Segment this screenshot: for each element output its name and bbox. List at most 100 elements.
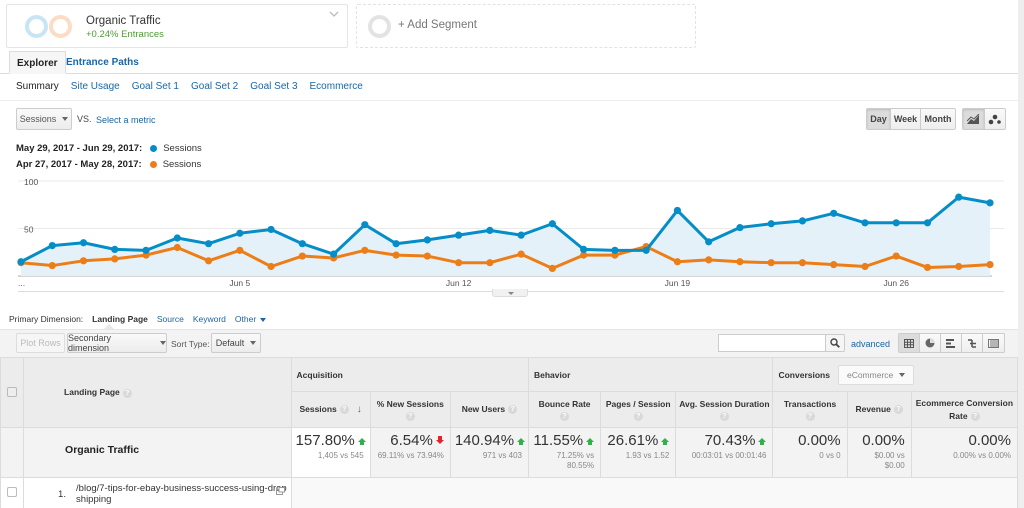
data-point [111,255,119,263]
column-header-avg-session-duration[interactable]: Avg. Session Duration? [675,391,774,428]
row-checkbox[interactable] [7,487,18,497]
data-point [673,206,682,215]
data-point [361,221,369,229]
summary-cell: 11.55% 71.25% vs 80.55% [527,427,602,478]
table-search-input[interactable] [718,334,826,352]
group-header-behavior: Behavior [527,357,774,392]
subtab-goal-set-3[interactable]: Goal Set 3 [250,81,297,92]
summary-cell: 6.54% 69.11% vs 73.94% [369,427,451,478]
data-point [736,258,744,266]
column-header-pages-per-session[interactable]: Pages / Session? [600,391,677,428]
plot-rows-button[interactable]: Plot Rows [16,333,65,353]
conversions-goal-dropdown[interactable]: eCommerce [837,364,915,385]
advanced-filter-link[interactable]: advanced [851,339,890,349]
subtab-goal-set-2[interactable]: Goal Set 2 [191,81,238,92]
column-header-new-sessions[interactable]: % New Sessions? [369,391,451,428]
add-segment-button[interactable]: + Add Segment [356,4,696,48]
subtab-ecommerce[interactable]: Ecommerce [310,81,363,92]
secondary-dimension-dropdown[interactable]: Secondary dimension [67,333,167,353]
data-point [767,220,775,228]
summary-cell: 0.00% 0.00% vs 0.00% [910,427,1019,478]
legend-current: May 29, 2017 - Jun 29, 2017: Sessions [16,143,202,154]
data-point [204,257,213,265]
help-icon: ? [405,412,415,421]
segment-organic-traffic[interactable]: Organic Traffic +0.24% Entrances [6,4,348,48]
column-header-new-users[interactable]: New Users? [449,391,530,428]
add-segment-label: + Add Segment [398,19,477,31]
help-icon: ? [719,412,729,421]
trend-up-icon [517,438,526,445]
chart-collapse-handle[interactable] [492,289,528,297]
motion-chart-icon[interactable] [984,109,1005,129]
data-point [79,257,88,265]
data-point [173,234,181,242]
summary-cell: 26.61% 1.93 vs 1.52 [600,427,677,478]
column-header-bounce-rate[interactable]: Bounce Rate? [527,391,602,428]
data-point [642,246,650,254]
sort-type-value: Default [215,338,245,348]
legend-current-metric: Sessions [163,143,202,154]
dimension-keyword[interactable]: Keyword [193,314,226,324]
pie-chart-icon[interactable] [920,334,941,352]
summary-cell: 0.00% 0 vs 0 [772,427,848,478]
row-page-link[interactable]: /blog/7-tips-for-ebay-business-success-u… [76,483,291,505]
metric-dropdown[interactable]: Sessions [16,108,72,130]
help-icon: ? [339,405,349,415]
sort-type-dropdown[interactable]: Default [211,333,261,353]
dimension-source[interactable]: Source [157,314,184,324]
data-point [830,209,838,217]
granularity-month-button[interactable]: Month [921,109,955,129]
subtab-divider [0,100,1018,101]
data-point [517,250,525,258]
dimension-header[interactable]: Landing Page? [23,357,292,428]
data-point [48,261,56,270]
data-point [111,245,119,253]
help-icon[interactable]: ? [122,388,132,398]
data-point [986,199,994,207]
legend-previous: Apr 27, 2017 - May 28, 2017: Sessions [16,159,201,170]
tab-explorer[interactable]: Explorer [9,51,66,74]
data-point [392,240,400,248]
data-point [392,251,400,259]
row-checkbox-cell [0,477,25,508]
select-metric-link[interactable]: Select a metric [96,115,156,125]
dimension-other[interactable]: Other [235,314,266,324]
data-point [923,219,932,227]
column-header-ecommerce-conversion-rate[interactable]: Ecommerce Conversion Rate? [910,391,1019,428]
dimension-landing-page[interactable]: Landing Page [92,314,148,324]
open-page-icon[interactable] [275,487,285,495]
data-table-icon[interactable] [899,334,920,352]
column-header-sessions[interactable]: Sessions? ↓ [290,391,371,428]
sessions-line-chart[interactable]: 50 100... Jun 5 Jun 12 Jun 19 Jun 26 [0,175,1018,295]
help-icon: ? [805,412,815,421]
data-point [986,261,994,269]
x-tick-label: Jun 5 [229,278,250,288]
tab-entrance-paths[interactable]: Entrance Paths [59,51,146,74]
caret-down-icon [160,341,166,345]
subtab-site-usage[interactable]: Site Usage [71,81,120,92]
trend-up-icon [357,438,366,445]
performance-bar-icon[interactable] [941,334,962,352]
data-point [861,262,869,271]
select-all-checkbox[interactable] [7,386,18,397]
column-header-revenue[interactable]: Revenue? [846,391,912,428]
caret-down-icon [250,341,257,345]
granularity-day-button[interactable]: Day [867,109,891,129]
group-header-conversions: Conversions eCommerce [772,357,1018,392]
trend-up-icon [758,438,767,445]
line-chart-icon[interactable] [963,109,985,129]
trend-up-icon [661,438,670,445]
column-header-transactions[interactable]: Transactions? [772,391,848,428]
subtab-goal-set-1[interactable]: Goal Set 1 [132,81,179,92]
chart-type-toggle [962,108,1006,130]
page-scrollbar[interactable] [1018,0,1024,508]
search-button[interactable] [825,334,845,352]
comparison-icon[interactable] [962,334,983,352]
help-icon: ? [970,411,980,421]
chevron-down-icon[interactable] [329,9,339,19]
landing-page-table: Landing Page? Acquisition Behavior Conve… [0,357,1019,508]
subtab-summary[interactable]: Summary [16,81,59,92]
summary-cell: 70.43% 00:03:01 vs 00:01:46 [675,427,774,478]
pivot-icon[interactable] [983,334,1004,352]
granularity-week-button[interactable]: Week [891,109,921,129]
